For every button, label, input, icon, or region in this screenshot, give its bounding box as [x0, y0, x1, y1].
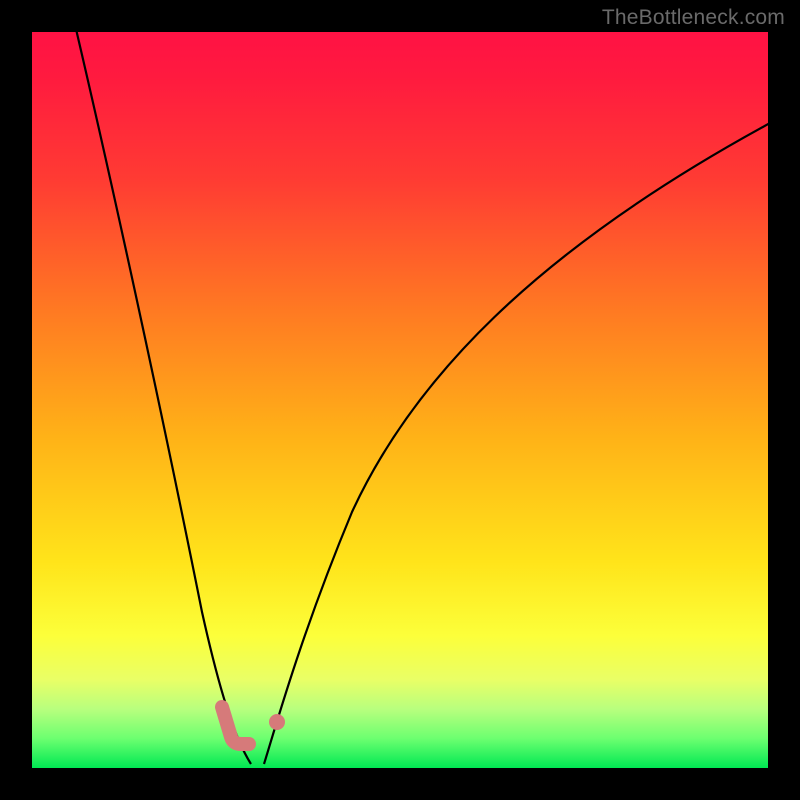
chart-stage: TheBottleneck.com: [0, 0, 800, 800]
right-curve: [264, 122, 768, 764]
l-shaped-marker: [222, 707, 249, 744]
dot-marker: [269, 714, 285, 730]
plot-area: [32, 32, 768, 768]
curve-svg: [32, 32, 768, 768]
curve-layer: [32, 32, 768, 768]
watermark-text: TheBottleneck.com: [602, 6, 785, 30]
left-curve: [72, 32, 251, 764]
